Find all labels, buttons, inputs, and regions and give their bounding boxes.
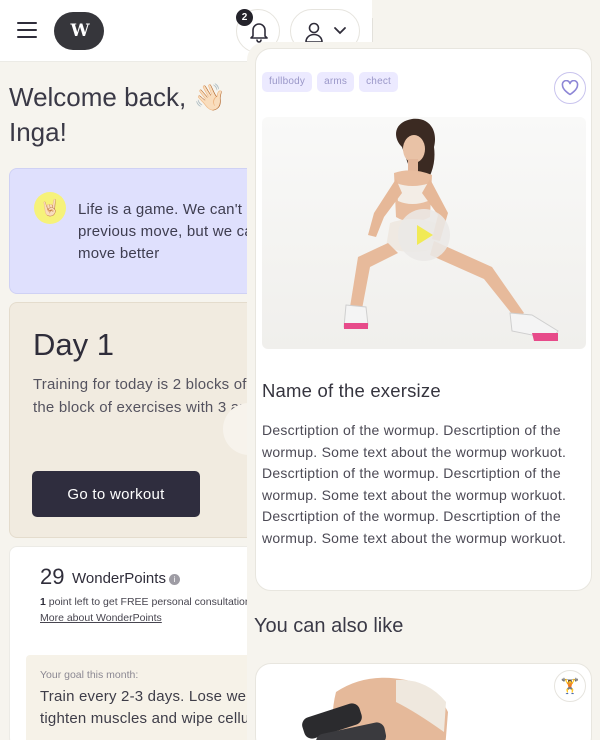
bell-icon — [250, 23, 268, 43]
recommendation-card[interactable]: 🏋️ — [255, 663, 592, 740]
chevron-down-icon — [334, 27, 346, 35]
more-about-points-link[interactable]: More about WonderPoints — [40, 612, 162, 624]
tag[interactable]: chect — [359, 72, 399, 92]
tag-list: fullbody arms chect — [262, 72, 399, 92]
exercise-title: Name of the exersize — [262, 380, 441, 401]
tag[interactable]: arms — [317, 72, 355, 92]
wonderpoints-card: 29 WonderPoints i 1 point left to get FRE… — [9, 546, 259, 740]
goal-box: Your goal this month: Train every 2-3 da… — [26, 655, 258, 740]
recommendation-photo — [302, 677, 448, 740]
info-icon[interactable]: i — [168, 573, 180, 585]
goal-label: Your goal this month: — [40, 669, 139, 681]
exercise-photo[interactable] — [262, 117, 586, 349]
day-title: Day 1 — [33, 327, 114, 362]
exercise-card: fullbody arms chect Name of the exersize… — [255, 48, 592, 591]
exercise-description: Descrtiption of the wormup. Descrtiption… — [262, 422, 567, 546]
day-card: Day 1 Training for today is 2 blocks of … — [9, 302, 259, 538]
dumbbell-badge-icon: 🏋️ — [554, 670, 586, 702]
app-logo[interactable]: W — [54, 12, 104, 50]
points-label-text: WonderPoints — [72, 570, 166, 587]
header-divider — [372, 18, 373, 44]
points-left-text: point left to get FREE personal consulta… — [45, 596, 251, 608]
points-label: WonderPoints i — [72, 570, 180, 587]
quote-card: 🤘🏻 Life is a game. We can't change the p… — [9, 168, 259, 294]
play-button[interactable] — [398, 209, 450, 261]
favorite-button[interactable] — [554, 72, 586, 104]
day-description: Training for today is 2 blocks of exerci… — [33, 376, 258, 416]
quote-text: Life is a game. We can't change the prev… — [78, 201, 258, 262]
rock-hand-icon: 🤘🏻 — [34, 192, 66, 224]
recommendations-title: You can also like — [254, 615, 404, 637]
menu-icon[interactable] — [16, 20, 40, 40]
play-icon — [417, 225, 433, 245]
notification-badge: 2 — [236, 9, 253, 26]
exercise-panel: fullbody arms chect Name of the exersize… — [247, 42, 600, 740]
go-to-workout-button[interactable]: Go to workout — [32, 471, 200, 517]
welcome-line: Welcome back, 👋🏻 — [9, 82, 226, 112]
user-icon — [305, 22, 323, 43]
points-count: 29 — [40, 564, 65, 589]
heart-icon — [561, 80, 579, 96]
welcome-heading: Welcome back, 👋🏻 Inga! — [9, 80, 249, 150]
tag[interactable]: fullbody — [262, 72, 313, 92]
goal-text: Train every 2-3 days. Lose weight by 2 k… — [40, 688, 258, 727]
user-name: Inga! — [9, 117, 67, 147]
points-subtitle: 1 point left to get FREE personal consul… — [40, 596, 251, 608]
